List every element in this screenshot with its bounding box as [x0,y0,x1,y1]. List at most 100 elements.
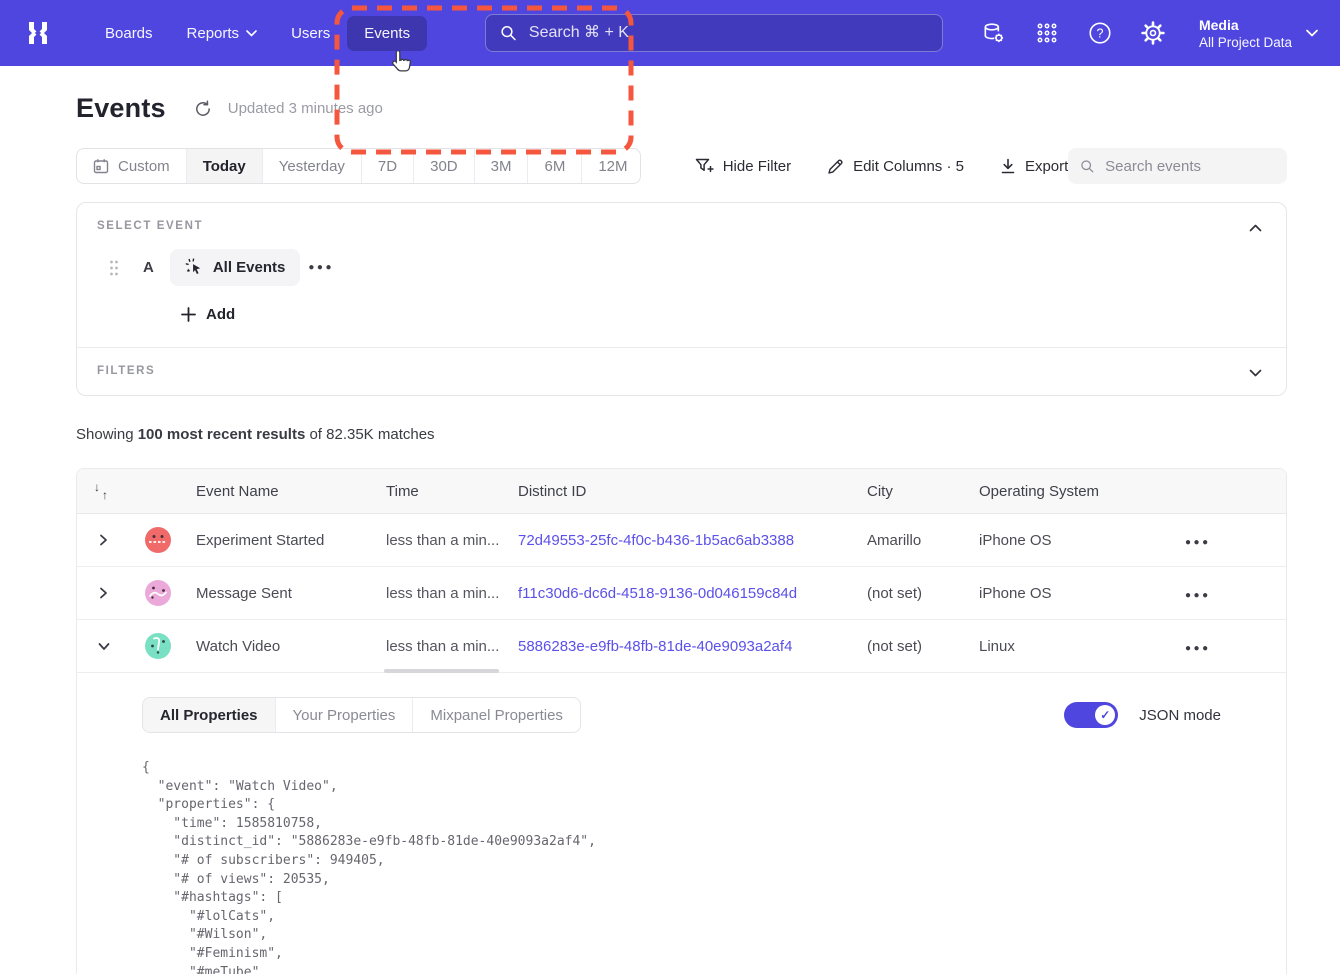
horizontal-scrollbar-thumb[interactable] [384,669,499,673]
sort-time-icon[interactable]: ↓↑ [77,483,130,499]
controls-row: Custom Today Yesterday 7D 30D 3M 6M 12M [76,148,1287,184]
summary-highlight: 100 most recent results [138,426,306,443]
settings-gear-icon[interactable] [1140,20,1166,46]
date-range-custom[interactable]: Custom [77,149,186,183]
table-row-expanded[interactable]: Watch Video less than a min... 5886283e-… [77,620,1286,673]
events-table: ↓↑ Event Name Time Distinct ID City Oper… [76,468,1287,974]
summary-suffix: of 82.35K matches [305,426,434,443]
date-range-yesterday[interactable]: Yesterday [262,149,361,183]
row-menu-button[interactable]: ●●● [1177,637,1219,660]
event-avatar [145,633,171,659]
distinct-id-link[interactable]: f11c30d6-dc6d-4518-9136-0d046159c84d [518,585,797,602]
export-button[interactable]: Export [1000,158,1068,175]
col-header-distinct-id[interactable]: Distinct ID [508,483,857,500]
event-selector-chip[interactable]: All Events [170,249,301,286]
cell-city: Amarillo [857,532,969,549]
expand-filters-button[interactable] [1244,362,1266,384]
data-integrations-icon[interactable] [981,20,1007,46]
export-label: Export [1025,158,1068,175]
select-event-section: SELECT EVENT A [77,203,1286,347]
search-icon [500,24,517,42]
collapse-row-button[interactable] [94,636,114,656]
event-avatar [145,580,171,606]
plus-icon [181,307,196,322]
table-header-row: ↓↑ Event Name Time Distinct ID City Oper… [77,469,1286,514]
nav-label: Boards [105,25,153,42]
date-range-label: 30D [430,158,458,175]
nav-item-boards[interactable]: Boards [88,16,170,51]
col-header-city[interactable]: City [857,483,969,500]
table-actions: Hide Filter Edit Columns · 5 Export [695,158,1069,175]
collapse-section-button[interactable] [1244,217,1266,239]
nav-item-reports[interactable]: Reports [170,16,275,51]
row-menu-button[interactable]: ●●● [1177,531,1219,554]
json-mode-toggle[interactable]: ✓ [1064,702,1118,728]
table-row[interactable]: Message Sent less than a min... f11c30d6… [77,567,1286,620]
nav-item-events[interactable]: Events [347,16,427,51]
expand-row-button[interactable] [94,530,114,550]
col-header-os[interactable]: Operating System [969,483,1141,500]
date-range-selector: Custom Today Yesterday 7D 30D 3M 6M 12M [76,148,641,184]
row-menu-button[interactable]: ●●● [1177,584,1219,607]
results-summary: Showing 100 most recent results of 82.35… [76,426,1287,443]
apps-grid-icon[interactable] [1034,20,1060,46]
json-mode-label: JSON mode [1139,707,1221,724]
drag-handle-icon[interactable] [109,260,119,276]
updated-timestamp: Updated 3 minutes ago [228,100,383,117]
distinct-id-link[interactable]: 72d49553-25fc-4f0c-b436-1b5ac6ab3388 [518,532,794,549]
events-search[interactable] [1068,148,1287,184]
mixpanel-logo-icon[interactable] [22,16,56,50]
navbar-right: ? Media All Project [981,16,1318,51]
tab-your-properties[interactable]: Your Properties [275,698,413,732]
date-range-3m[interactable]: 3M [474,149,528,183]
edit-columns-button[interactable]: Edit Columns · 5 [827,158,964,175]
main-nav: Boards Reports Users Events [88,16,427,51]
add-event-button[interactable]: Add [181,306,235,323]
json-mode-control: ✓ JSON mode [1064,702,1221,728]
query-builder-card: SELECT EVENT A [76,202,1287,396]
date-range-label: 3M [491,158,512,175]
global-search[interactable] [485,14,943,52]
tab-all-properties[interactable]: All Properties [143,698,275,732]
expand-row-button[interactable] [94,583,114,603]
hide-filter-button[interactable]: Hide Filter [695,158,791,175]
chevron-down-icon [1249,369,1262,377]
top-navbar: Boards Reports Users Events [0,0,1340,66]
distinct-id-link[interactable]: 5886283e-e9fb-48fb-81de-40e9093a2af4 [518,638,792,655]
chevron-down-icon [246,30,257,37]
search-icon [1080,158,1095,175]
nav-label: Reports [187,25,240,42]
date-range-6m[interactable]: 6M [527,149,581,183]
cell-city: (not set) [857,585,969,602]
cell-time: less than a min... [376,532,508,549]
refresh-icon[interactable] [194,100,212,118]
chevron-down-icon [1306,29,1318,37]
events-search-input[interactable] [1105,158,1275,175]
calendar-icon [93,158,109,174]
event-cursor-icon [185,258,204,277]
tab-mixpanel-properties[interactable]: Mixpanel Properties [412,698,580,732]
date-range-today[interactable]: Today [186,149,262,183]
summary-prefix: Showing [76,426,138,443]
col-header-event-name[interactable]: Event Name [186,483,376,500]
nav-item-users[interactable]: Users [274,16,347,51]
nav-label: Users [291,25,330,42]
date-range-12m[interactable]: 12M [581,149,640,183]
selected-event-label: All Events [213,259,286,276]
date-range-label: Yesterday [279,158,345,175]
project-scope: All Project Data [1199,34,1292,51]
event-row-menu-button[interactable]: ●●● [300,256,342,279]
help-icon[interactable]: ? [1087,20,1113,46]
svg-text:?: ? [1096,27,1103,41]
date-range-7d[interactable]: 7D [361,149,413,183]
filter-funnel-icon [695,158,714,175]
col-header-time[interactable]: Time [376,483,508,500]
global-search-input[interactable] [529,24,928,42]
add-label: Add [206,306,235,323]
date-range-30d[interactable]: 30D [413,149,474,183]
cell-os: Linux [969,638,1141,655]
project-switcher[interactable]: Media All Project Data [1199,16,1318,51]
detail-toolbar: All Properties Your Properties Mixpanel … [142,697,1221,733]
cell-time: less than a min... [376,638,508,655]
table-row[interactable]: Experiment Started less than a min... 72… [77,514,1286,567]
